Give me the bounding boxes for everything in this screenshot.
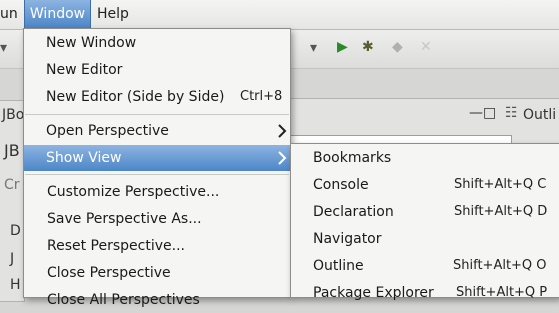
menu-item-label: Navigator xyxy=(313,231,382,247)
outline-view-icon: ☷ xyxy=(505,105,518,121)
menu-item-declaration[interactable]: Declaration Shift+Alt+Q D xyxy=(291,199,559,225)
debug-icon[interactable]: ✱ xyxy=(362,39,374,55)
menu-item-open-perspective[interactable]: Open Perspective xyxy=(24,118,290,144)
menu-item-label: Console xyxy=(313,177,369,193)
jb-label: JB xyxy=(4,141,20,160)
menu-item-label: Customize Perspective... xyxy=(47,184,220,200)
menu-item-new-window[interactable]: New Window xyxy=(24,30,290,56)
menu-window[interactable]: Window xyxy=(24,0,91,29)
menu-item-close-perspective[interactable]: Close Perspective xyxy=(24,260,290,286)
menu-help[interactable]: Help xyxy=(97,0,137,29)
menu-item-label: Save Perspective As... xyxy=(47,211,202,227)
run-icon[interactable]: ▶ xyxy=(337,39,348,55)
menu-item-label: Package Explorer xyxy=(313,285,434,301)
menu-item-shortcut: Shift+Alt+Q P xyxy=(456,285,548,300)
menu-item-new-editor[interactable]: New Editor xyxy=(24,57,290,83)
menu-item-label: Bookmarks xyxy=(313,150,392,166)
menu-item-outline[interactable]: Outline Shift+Alt+Q O xyxy=(291,253,559,279)
menu-separator xyxy=(25,174,289,175)
left-view-panel: JBo JB Cr D J H xyxy=(0,100,25,302)
menu-item-shortcut: Ctrl+8 xyxy=(240,89,283,104)
menu-item-new-editor-side-by-side[interactable]: New Editor (Side by Side) Ctrl+8 xyxy=(24,84,290,110)
menu-item-label: New Window xyxy=(46,35,137,51)
menu-item-shortcut: Shift+Alt+Q C xyxy=(454,177,547,192)
menu-item-close-all-perspectives[interactable]: Close All Perspectives xyxy=(24,287,290,313)
menubar: un Window Help xyxy=(0,0,559,30)
tree-item-h[interactable]: H xyxy=(10,277,21,293)
tree-item-d[interactable]: D xyxy=(10,223,21,239)
chevron-down-icon[interactable]: ▾ xyxy=(0,40,7,56)
menu-item-label: Reset Perspective... xyxy=(47,238,185,254)
menu-item-label: Declaration xyxy=(313,204,394,220)
menu-item-label: Close All Perspectives xyxy=(47,292,200,308)
menu-item-console[interactable]: Console Shift+Alt+Q C xyxy=(291,172,559,198)
maximize-icon[interactable]: □ xyxy=(483,105,496,121)
menu-item-label: Show View xyxy=(46,150,122,166)
tree-item-j[interactable]: J xyxy=(10,251,14,267)
menu-item-reset-perspective[interactable]: Reset Perspective... xyxy=(24,233,290,259)
menu-item-label: Close Perspective xyxy=(47,265,171,281)
menu-item-label: New Editor (Side by Side) xyxy=(46,89,225,105)
menu-item-shortcut: Shift+Alt+Q O xyxy=(453,258,547,273)
menu-item-show-view[interactable]: Show View xyxy=(24,145,290,171)
menu-item-customize-perspective[interactable]: Customize Perspective... xyxy=(24,179,290,205)
menu-item-label: New Editor xyxy=(46,62,123,78)
menu-item-navigator[interactable]: Navigator xyxy=(291,226,559,252)
cr-label: Cr xyxy=(4,177,20,193)
window-menu: New Window New Editor New Editor (Side b… xyxy=(23,28,291,308)
menu-item-shortcut: Shift+Alt+Q D xyxy=(454,204,548,219)
tab-outline[interactable]: Outli xyxy=(523,107,556,123)
jboss-tab-label[interactable]: JBo xyxy=(2,107,24,123)
menu-item-bookmarks[interactable]: Bookmarks xyxy=(291,145,559,171)
menu-run[interactable]: un xyxy=(0,0,22,29)
stop-icon[interactable]: ◆ xyxy=(392,39,403,55)
submenu-arrow-icon xyxy=(278,124,287,138)
show-view-submenu: Bookmarks Console Shift+Alt+Q C Declarat… xyxy=(290,143,559,301)
menu-item-save-perspective-as[interactable]: Save Perspective As... xyxy=(24,206,290,232)
menu-item-package-explorer[interactable]: Package Explorer Shift+Alt+Q P xyxy=(291,280,559,306)
disabled-tool-icon: ✕ xyxy=(420,39,432,55)
menu-item-label: Open Perspective xyxy=(46,123,169,139)
chevron-down-icon[interactable]: ▾ xyxy=(310,40,317,56)
minimize-icon[interactable]: — xyxy=(469,105,483,121)
menu-separator xyxy=(25,114,289,115)
submenu-arrow-icon xyxy=(278,151,287,165)
menu-item-label: Outline xyxy=(313,258,364,274)
